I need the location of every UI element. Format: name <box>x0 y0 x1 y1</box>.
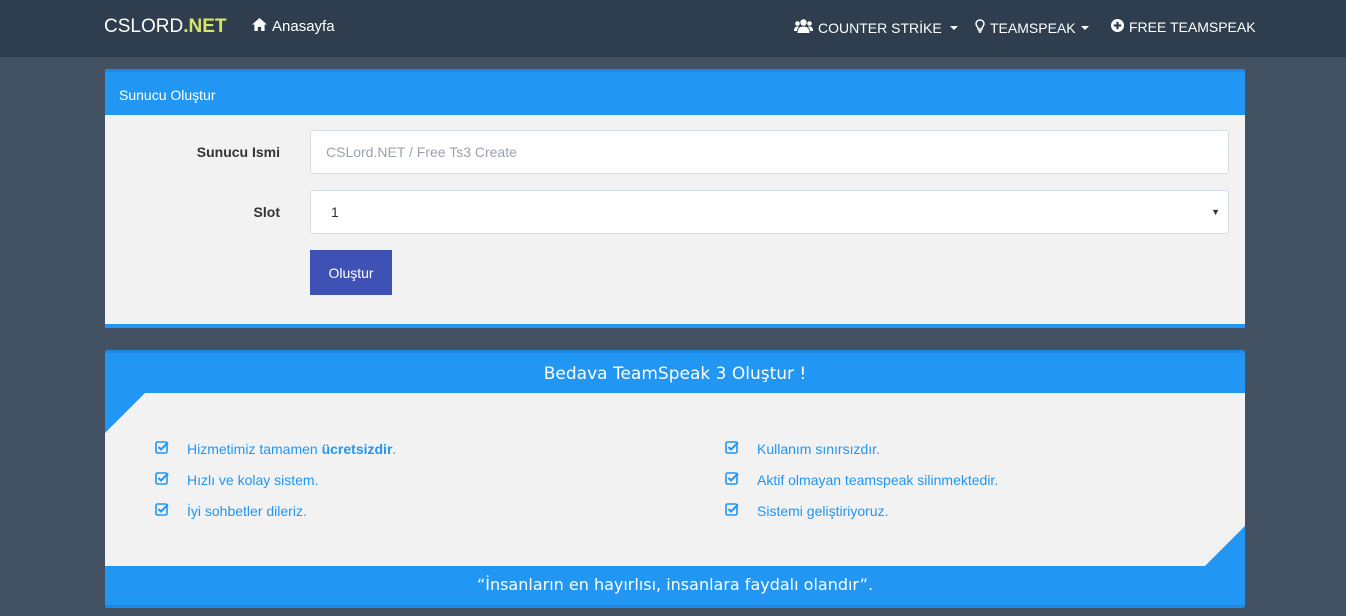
feature-text: Aktif olmayan teamspeak silinmektedir. <box>757 471 999 488</box>
feature-text: Hizmetimiz tamamen <box>187 440 322 457</box>
features-right-list: Kullanım sınırsızdır. Aktif olmayan team… <box>725 433 998 526</box>
feature-bold-text: ücretsizdir <box>321 440 393 457</box>
nav-free-teamspeak-link[interactable]: FREE TEAMSPEAK <box>1111 19 1256 35</box>
quote-banner: “İnsanların en hayırlısı, insanlara fayd… <box>105 566 1245 608</box>
nav-ts-label: TEAMSPEAK <box>990 19 1076 36</box>
slot-select-value: 1 <box>331 204 339 220</box>
brand-logo[interactable]: CSLORD.NET <box>104 16 226 38</box>
feature-text: Sistemi geliştiriyoruz. <box>757 502 889 519</box>
create-server-button[interactable]: Oluştur <box>310 250 392 295</box>
nav-home-link[interactable]: Anasayfa <box>252 18 335 35</box>
nav-free-label: FREE TEAMSPEAK <box>1129 19 1256 35</box>
feature-text: Hızlı ve kolay sistem. <box>187 471 319 488</box>
slot-label: Slot <box>253 204 280 220</box>
list-item: Hızlı ve kolay sistem. <box>155 464 396 495</box>
nav-counter-strike-dropdown[interactable]: COUNTER STRİKE <box>794 19 958 36</box>
check-square-icon <box>155 440 187 457</box>
check-square-icon <box>725 471 757 488</box>
create-server-panel-title: Sunucu Oluştur <box>105 69 1245 115</box>
list-item: Sistemi geliştiriyoruz. <box>725 495 998 526</box>
brand-main: CSLORD <box>104 16 184 37</box>
check-square-icon <box>725 502 757 519</box>
users-icon <box>794 19 813 36</box>
lightbulb-icon <box>975 19 985 36</box>
info-panel: Bedava TeamSpeak 3 Oluştur ! Hizmetimiz … <box>105 350 1245 608</box>
chevron-down-icon: ▼ <box>1211 207 1220 217</box>
server-name-label: Sunucu Ismi <box>196 144 280 160</box>
feature-text: İyi sohbetler dileriz. <box>187 502 307 519</box>
list-item: Hizmetimiz tamamen ücretsizdir. <box>155 433 396 464</box>
plus-circle-icon <box>1111 19 1124 35</box>
home-icon <box>252 18 267 35</box>
create-server-panel: Sunucu Oluştur Sunucu Ismi Slot 1 ▼ Oluş… <box>105 69 1245 328</box>
nav-home-label: Anasayfa <box>272 18 335 35</box>
server-name-input[interactable] <box>310 130 1229 174</box>
list-item: İyi sohbetler dileriz. <box>155 495 396 526</box>
corner-decoration <box>105 393 145 433</box>
check-square-icon <box>155 471 187 488</box>
brand-accent: .NET <box>183 16 227 37</box>
check-square-icon <box>725 440 757 457</box>
chevron-down-icon <box>1080 25 1089 30</box>
list-item: Kullanım sınırsızdır. <box>725 433 998 464</box>
info-panel-title: Bedava TeamSpeak 3 Oluştur ! <box>105 350 1245 393</box>
slot-select[interactable]: 1 ▼ <box>310 190 1229 234</box>
check-square-icon <box>155 502 187 519</box>
feature-suffix: . <box>392 440 397 457</box>
corner-decoration <box>1205 526 1245 566</box>
nav-teamspeak-dropdown[interactable]: TEAMSPEAK <box>975 19 1089 36</box>
top-navbar: CSLORD.NET Anasayfa COUNTER STRİKE TEAMS… <box>0 0 1346 57</box>
features-left-list: Hizmetimiz tamamen ücretsizdir. Hızlı ve… <box>155 433 396 526</box>
feature-text: Kullanım sınırsızdır. <box>757 440 880 457</box>
chevron-down-icon <box>949 25 958 30</box>
nav-cs-label: COUNTER STRİKE <box>818 19 942 36</box>
list-item: Aktif olmayan teamspeak silinmektedir. <box>725 464 998 495</box>
